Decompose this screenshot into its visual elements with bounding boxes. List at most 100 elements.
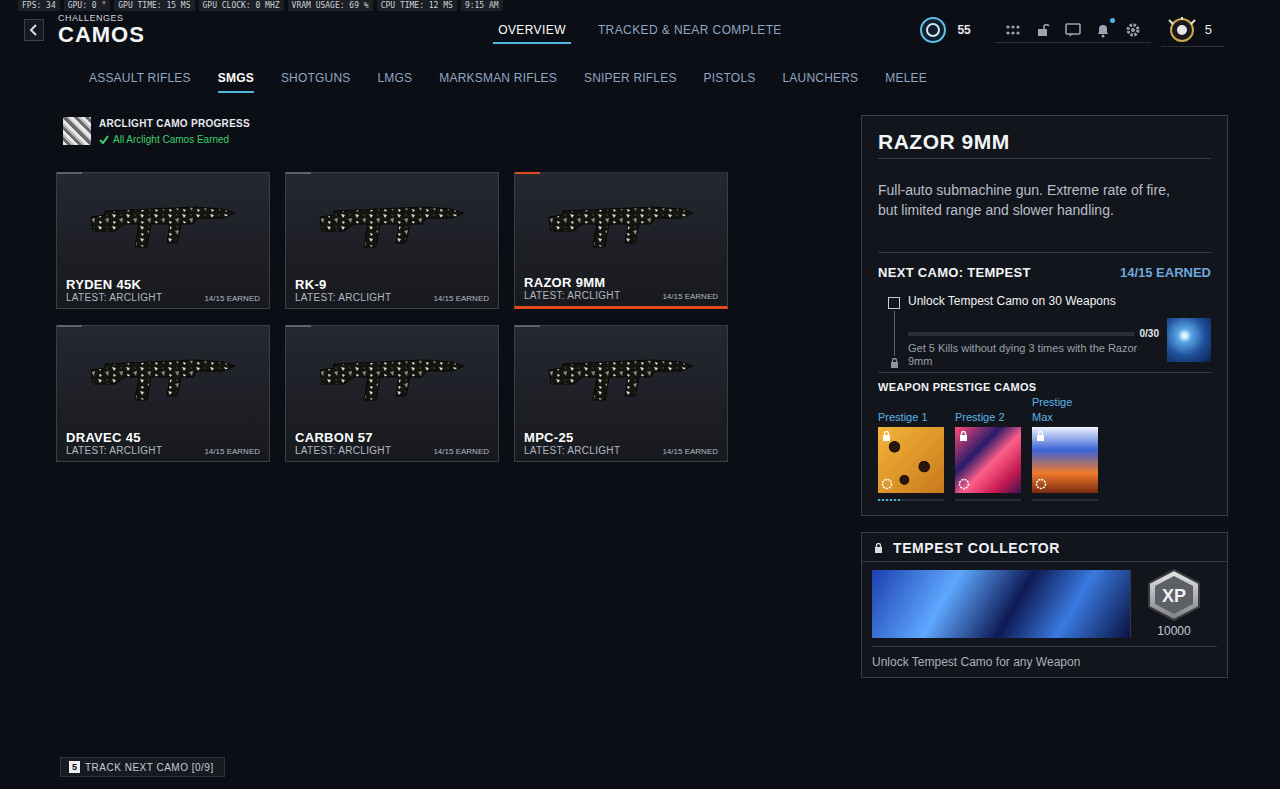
category-tab[interactable]: SHOTGUNS	[281, 67, 351, 93]
overlay-stat: 9:15 AM	[461, 0, 503, 11]
collector-xp: 10000	[1157, 624, 1190, 638]
weapon-latest-camo: LATEST: ARCLIGHT	[524, 290, 620, 301]
challenge-title: Unlock Tempest Camo on 30 Weapons	[908, 294, 1211, 308]
category-tab[interactable]: ASSAULT RIFLES	[89, 67, 191, 93]
collector-description: Unlock Tempest Camo for any Weapon	[872, 655, 1217, 669]
overlay-stat: FPS: 34	[18, 0, 60, 11]
challenge: Unlock Tempest Camo on 30 Weapons 0/30 Get…	[878, 294, 1211, 368]
category-tab[interactable]: MARKSMAN RIFLES	[439, 67, 557, 93]
camos-screen: FPS: 34 GPU: 0 °GPU TIME: 15 MS GPU CLOCK:…	[0, 0, 1280, 789]
card-progress	[515, 172, 540, 174]
svg-text:XP: XP	[1162, 586, 1186, 606]
overlay-stat: VRAM USAGE: 69 %	[288, 0, 373, 11]
weapon-earned: 14/15 EARNED	[433, 294, 489, 303]
collector-title: TEMPEST COLLECTOR	[893, 540, 1060, 556]
overlay-stat: GPU: 0 °	[64, 0, 111, 11]
next-camo-label: NEXT CAMO: TEMPEST	[878, 265, 1031, 280]
prestige-label: Prestige 1	[878, 410, 934, 425]
weapon-earned: 14/15 EARNED	[204, 447, 260, 456]
weapon-grid: RYDEN 45KLATEST: ARCLIGHT14/15 EARNEDRK-…	[56, 172, 861, 462]
weapon-latest-camo: LATEST: ARCLIGHT	[524, 445, 620, 456]
player-bar: 555	[787, 14, 1280, 47]
next-camo-earned: 14/15 EARNED	[1120, 265, 1211, 280]
category-tab[interactable]: LAUNCHERS	[782, 67, 858, 93]
xp-badge-icon: XP	[1145, 568, 1203, 622]
prestige-camo-thumbnail	[955, 427, 1021, 493]
challenge-checkbox	[888, 297, 900, 309]
prestige-camos: Prestige 1 Prestige 2 Prestige Max	[878, 395, 1211, 501]
back-arrow-icon	[29, 24, 39, 36]
prestige-camo[interactable]: Prestige 2	[955, 395, 1021, 501]
grid-icon[interactable]	[1005, 22, 1021, 38]
nav-tab[interactable]: OVERVIEW	[493, 21, 571, 44]
header: CHALLENGESCAMOS OVERVIEW TRACKED & NEAR CO…	[0, 11, 1280, 49]
collector-reward: XP 10000	[1131, 566, 1217, 642]
weapon-card[interactable]: DRAVEC 45LATEST: ARCLIGHT14/15 EARNED	[56, 325, 270, 462]
category-tab[interactable]: PISTOLS	[704, 67, 756, 93]
challenge-count: 0/30	[1140, 328, 1159, 339]
title-block: CHALLENGESCAMOS	[58, 13, 145, 47]
weapon-earned: 14/15 EARNED	[433, 447, 489, 456]
weapon-icon	[541, 189, 701, 253]
category-tab[interactable]: MELEE	[885, 67, 927, 93]
collector-header: TEMPEST COLLECTOR	[862, 533, 1227, 562]
tempest-camo-thumbnail	[1167, 318, 1211, 362]
collector-panel: TEMPEST COLLECTOR XP 10000 Unlock Tempest C…	[861, 532, 1228, 678]
unlock-icon[interactable]	[1035, 22, 1051, 38]
prestige-camo[interactable]: Prestige 1	[878, 395, 944, 501]
nav-tab[interactable]: TRACKED & NEAR COMPLETE	[593, 21, 787, 44]
back-button[interactable]	[24, 19, 44, 41]
overlay-stat: CPU TIME: 12 MS	[377, 0, 457, 11]
prestige-camo[interactable]: Prestige Max	[1032, 395, 1098, 501]
rank-emblem-icon	[919, 16, 947, 44]
prestige-emblem-icon	[1167, 16, 1197, 44]
weapon-list: ARCLIGHT CAMO PROGRESSAll Arclight Camos…	[56, 115, 861, 756]
category-tab[interactable]: SNIPER RIFLES	[584, 67, 677, 93]
overlay-stat: GPU TIME: 15 MS	[114, 0, 194, 11]
weapon-icon	[312, 189, 472, 253]
prestige-level: 5	[1205, 22, 1212, 37]
weapon-description: Full-auto submachine gun. Extreme rate o…	[878, 180, 1178, 220]
weapon-card[interactable]: CARBON 57LATEST: ARCLIGHT14/15 EARNED	[285, 325, 499, 462]
prestige-badge-icon	[958, 478, 970, 490]
weapon-detail-name: RAZOR 9MM	[878, 130, 1211, 159]
lock-icon	[882, 431, 891, 441]
weapon-icon	[312, 342, 472, 406]
card-progress	[286, 172, 311, 174]
track-next-camo-button[interactable]: 5TRACK NEXT CAMO [0/9]	[60, 757, 225, 777]
challenge-description: Get 5 Kills without dying 3 times with t…	[908, 342, 1159, 368]
gear-icon[interactable]	[1125, 22, 1141, 38]
nav-tabs: OVERVIEW TRACKED & NEAR COMPLETE	[493, 17, 787, 44]
weapon-icon	[541, 342, 701, 406]
weapon-name: DRAVEC 45	[66, 430, 260, 445]
lock-icon	[874, 543, 883, 553]
weapon-latest-camo: LATEST: ARCLIGHT	[295, 445, 391, 456]
category-tab[interactable]: LMGS	[377, 67, 412, 93]
weapon-earned: 14/15 EARNED	[662, 447, 718, 456]
weapon-latest-camo: LATEST: ARCLIGHT	[66, 292, 162, 303]
card-progress	[57, 325, 82, 327]
arclight-camo-thumbnail	[63, 117, 91, 145]
lock-icon	[1036, 431, 1045, 441]
prestige-progress	[1032, 499, 1098, 501]
category-tab[interactable]: SMGS	[218, 67, 254, 93]
weapon-card[interactable]: RYDEN 45KLATEST: ARCLIGHT14/15 EARNED	[56, 172, 270, 309]
camo-progress-status: All Arclight Camos Earned	[99, 134, 250, 145]
camo-progress: ARCLIGHT CAMO PROGRESSAll Arclight Camos…	[63, 117, 861, 145]
card-progress	[286, 325, 311, 327]
card-progress	[515, 325, 540, 327]
prestige-label: Prestige 2	[955, 410, 1011, 425]
subtitle: CHALLENGES	[58, 13, 145, 23]
chat-icon[interactable]	[1065, 22, 1081, 38]
weapon-name: RYDEN 45K	[66, 277, 260, 292]
prestige-progress	[955, 499, 1021, 501]
weapon-card[interactable]: RK-9LATEST: ARCLIGHT14/15 EARNED	[285, 172, 499, 309]
overlay-stat: GPU CLOCK: 0 MHZ	[199, 0, 284, 11]
weapon-earned: 14/15 EARNED	[662, 292, 718, 301]
notifications-button[interactable]	[1095, 22, 1111, 38]
weapon-card[interactable]: MPC-25LATEST: ARCLIGHT14/15 EARNED	[514, 325, 728, 462]
player-level: 55	[957, 23, 970, 37]
main-content: ARCLIGHT CAMO PROGRESSAll Arclight Camos…	[0, 115, 1280, 756]
weapon-card[interactable]: RAZOR 9MMLATEST: ARCLIGHT14/15 EARNED	[514, 172, 728, 309]
lock-icon	[890, 358, 899, 368]
